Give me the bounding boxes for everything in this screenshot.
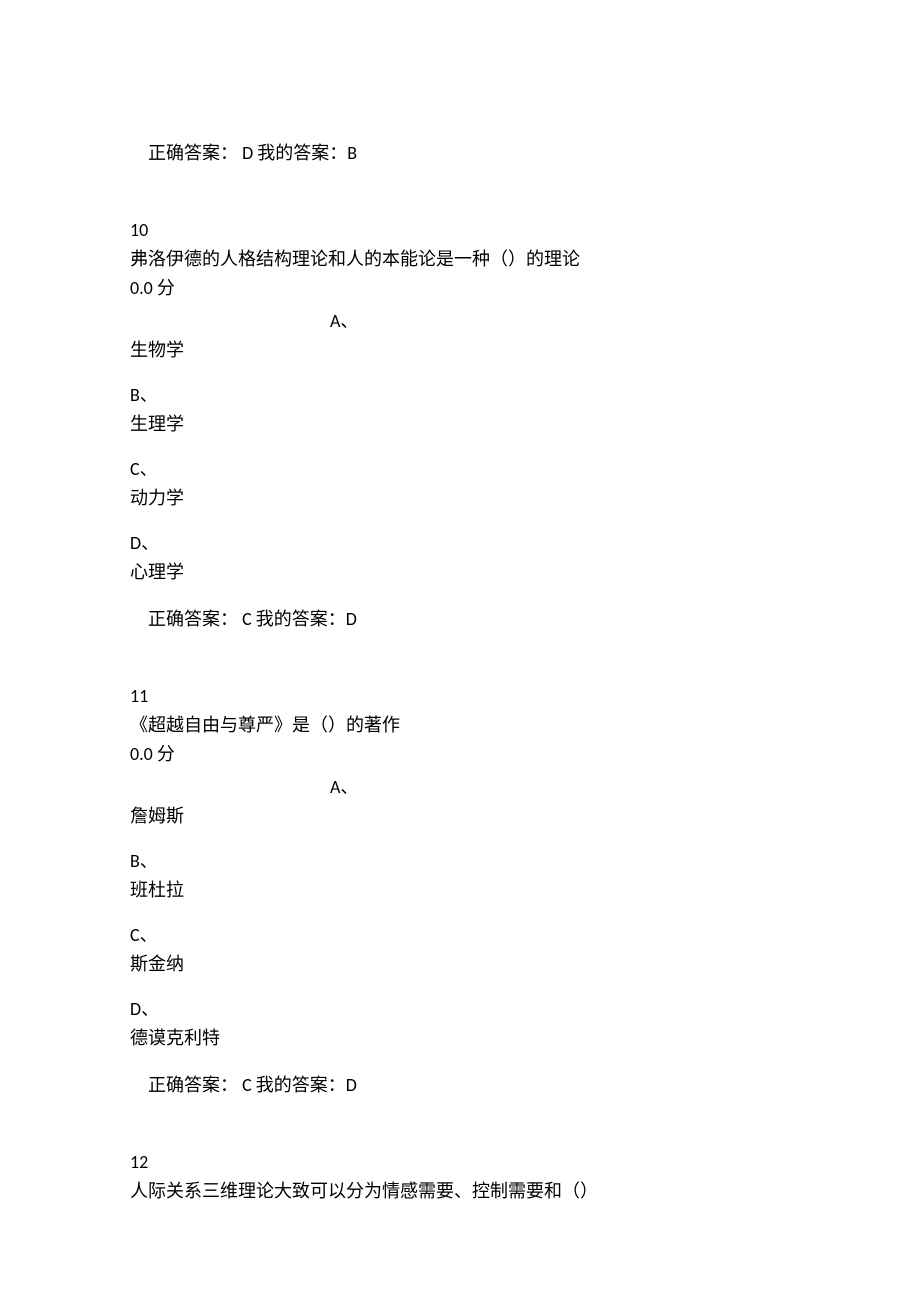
q11-option-b-text: 班杜拉 xyxy=(130,877,790,904)
question-11: 11 《超越自由与尊严》是（）的著作 0.0 分 A、 詹姆斯 B、 班杜拉 C… xyxy=(130,683,790,1052)
q10-option-a-label: A、 xyxy=(330,308,790,335)
q10-option-b-label: B、 xyxy=(130,382,790,409)
q11-stem: 《超越自由与尊严》是（）的著作 xyxy=(130,712,790,739)
q11-option-a-label: A、 xyxy=(330,774,790,801)
q10-option-c-label: C、 xyxy=(130,456,790,483)
q10-correct-answer-value: C xyxy=(238,608,256,630)
q11-my-answer-value: D xyxy=(346,1074,357,1096)
q11-score-value: 0.0 分 xyxy=(130,743,175,765)
question-12: 12 人际关系三维理论大致可以分为情感需要、控制需要和（） xyxy=(130,1149,790,1205)
q11-correct-answer-label: 正确答案： xyxy=(148,1075,238,1095)
q10-stem: 弗洛伊德的人格结构理论和人的本能论是一种（）的理论 xyxy=(130,246,790,273)
q10-score: 0.0 分 xyxy=(130,275,790,302)
q12-number: 12 xyxy=(130,1149,790,1176)
q11-option-a-text: 詹姆斯 xyxy=(130,803,790,830)
q10-answer-line: 正确答案： C 我的答案：D xyxy=(148,606,790,633)
q10-number: 10 xyxy=(130,217,790,244)
q11-option-d-text: 德谟克利特 xyxy=(130,1025,790,1052)
q10-my-answer-label: 我的答案： xyxy=(256,609,346,629)
q11-correct-answer-value: C xyxy=(238,1074,256,1096)
q9-correct-answer-value: D xyxy=(238,142,257,164)
q10-score-value: 0.0 分 xyxy=(130,277,175,299)
q11-option-c-label: C、 xyxy=(130,922,790,949)
q10-option-a-text: 生物学 xyxy=(130,337,790,364)
q9-my-answer-value: B xyxy=(347,142,357,164)
q10-option-c-text: 动力学 xyxy=(130,485,790,512)
q9-my-answer-label: 我的答案： xyxy=(257,143,347,163)
q11-number: 11 xyxy=(130,683,790,710)
q9-answer-line: 正确答案： D 我的答案：B xyxy=(148,140,790,167)
q11-answer-line: 正确答案： C 我的答案：D xyxy=(148,1072,790,1099)
q10-option-d-label: D、 xyxy=(130,530,790,557)
q10-correct-answer-label: 正确答案： xyxy=(148,609,238,629)
q10-option-d-text: 心理学 xyxy=(130,559,790,586)
q11-option-c-text: 斯金纳 xyxy=(130,951,790,978)
q10-my-answer-value: D xyxy=(346,608,357,630)
q11-score: 0.0 分 xyxy=(130,741,790,768)
q11-option-b-label: B、 xyxy=(130,848,790,875)
q11-option-d-label: D、 xyxy=(130,996,790,1023)
q12-stem: 人际关系三维理论大致可以分为情感需要、控制需要和（） xyxy=(130,1178,790,1205)
q9-correct-answer-label: 正确答案： xyxy=(148,143,238,163)
question-10: 10 弗洛伊德的人格结构理论和人的本能论是一种（）的理论 0.0 分 A、 生物… xyxy=(130,217,790,586)
document-page: 正确答案： D 我的答案：B 10 弗洛伊德的人格结构理论和人的本能论是一种（）… xyxy=(0,0,920,1275)
q11-my-answer-label: 我的答案： xyxy=(256,1075,346,1095)
q10-option-b-text: 生理学 xyxy=(130,411,790,438)
